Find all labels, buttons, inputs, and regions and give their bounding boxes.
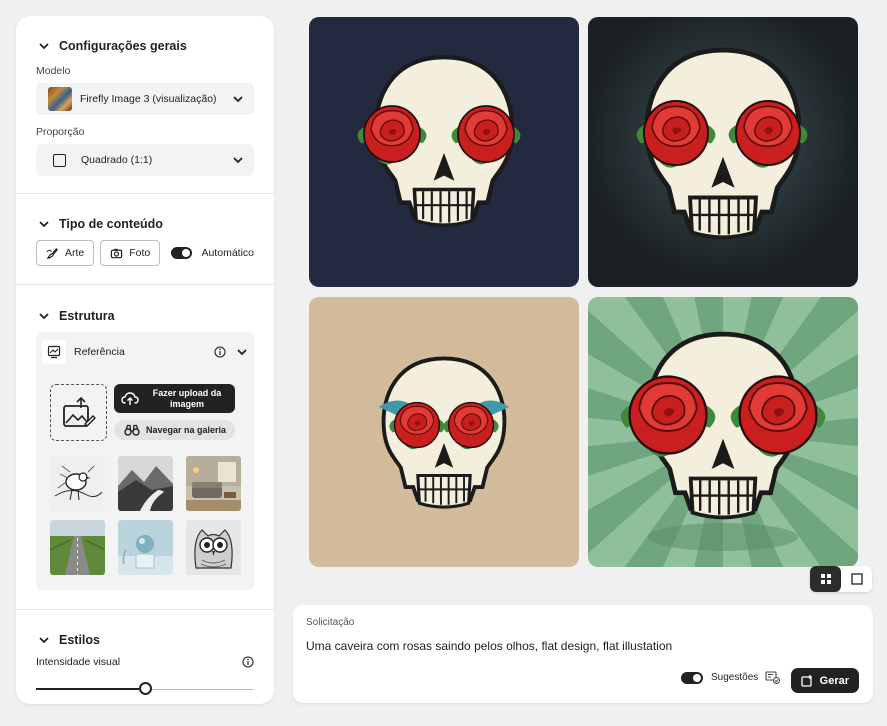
- styles-section: Estilos Intensidade visual: [16, 630, 274, 668]
- info-icon[interactable]: [214, 346, 226, 358]
- auto-label: Automático: [201, 247, 254, 259]
- chevron-down-icon: [233, 96, 243, 103]
- binoculars-icon: [124, 424, 140, 436]
- reference-icon: [42, 340, 66, 364]
- reference-box: Referência Fazer upload da imagem Navega…: [36, 332, 254, 590]
- structure-header[interactable]: Estrutura: [36, 306, 254, 326]
- chevron-down-icon: [39, 637, 49, 644]
- ratio-value: Quadrado (1:1): [81, 154, 153, 166]
- square-icon: [850, 573, 863, 585]
- auto-toggle[interactable]: [171, 247, 193, 259]
- suggestions-label: Sugestões: [711, 672, 759, 683]
- content-type-title: Tipo de conteúdo: [59, 217, 163, 231]
- divider: [16, 284, 274, 285]
- slider-fill: [36, 688, 139, 690]
- ratio-select[interactable]: Quadrado (1:1): [36, 144, 254, 176]
- structure-section: Estrutura: [16, 306, 274, 326]
- result-image-2[interactable]: [588, 17, 858, 287]
- result-image-1[interactable]: [309, 17, 579, 287]
- reference-label: Referência: [74, 346, 125, 358]
- upload-label-1: Fazer upload da: [152, 387, 222, 398]
- styles-title: Estilos: [59, 633, 100, 647]
- model-value: Firefly Image 3 (visualização): [80, 93, 217, 105]
- prompt-box: Solicitação Uma caveira com rosas saindo…: [293, 605, 873, 703]
- ratio-label: Proporção: [36, 126, 85, 138]
- prompt-label: Solicitação: [306, 617, 355, 628]
- general-settings-title: Configurações gerais: [59, 39, 187, 53]
- photo-label: Foto: [129, 247, 151, 259]
- chevron-down-icon: [39, 43, 49, 50]
- content-type-section: Tipo de conteúdo Arte Foto Automático: [16, 214, 274, 266]
- slider-knob[interactable]: [139, 682, 152, 695]
- general-settings-section: Configurações gerais Modelo Firefly Imag…: [16, 36, 274, 176]
- styles-header[interactable]: Estilos: [36, 630, 254, 650]
- gallery-thumb-living-room[interactable]: [186, 456, 241, 511]
- structure-title: Estrutura: [59, 309, 115, 323]
- upload-image-button[interactable]: Fazer upload da imagem: [114, 384, 235, 413]
- divider: [16, 609, 274, 610]
- gallery-thumb-owl-drawing[interactable]: [186, 520, 241, 575]
- reference-header[interactable]: Referência: [42, 338, 248, 366]
- generate-label: Gerar: [819, 674, 849, 687]
- general-settings-header[interactable]: Configurações gerais: [36, 36, 254, 56]
- chevron-down-icon: [39, 221, 49, 228]
- generate-button[interactable]: Gerar: [790, 668, 859, 693]
- camera-icon: [111, 248, 123, 258]
- browse-label: Navegar na galeria: [146, 425, 227, 435]
- model-label: Modelo: [36, 65, 71, 77]
- grid-view-button[interactable]: [810, 566, 841, 592]
- slider-track: [152, 688, 254, 690]
- gallery-thumb-road-field[interactable]: [50, 520, 105, 575]
- intensity-label: Intensidade visual: [36, 656, 121, 668]
- brush-icon: [46, 247, 58, 259]
- info-icon[interactable]: [242, 656, 254, 668]
- divider: [16, 193, 274, 194]
- single-view-button[interactable]: [841, 566, 872, 592]
- prompt-input[interactable]: Uma caveira com rosas saindo pelos olhos…: [306, 639, 672, 653]
- art-label: Arte: [65, 247, 85, 259]
- art-button[interactable]: Arte: [36, 240, 95, 266]
- suggestions-toggle[interactable]: [681, 671, 703, 684]
- browse-gallery-button[interactable]: Navegar na galeria: [114, 420, 235, 440]
- image-upload-icon: [62, 396, 96, 427]
- generate-icon: [800, 675, 812, 687]
- cloud-upload-icon: [121, 391, 139, 405]
- chevron-down-icon[interactable]: [236, 346, 248, 358]
- grid-icon: [820, 574, 831, 584]
- chevron-down-icon: [39, 313, 49, 320]
- square-icon: [53, 153, 66, 167]
- intensity-slider[interactable]: [36, 682, 254, 696]
- model-select[interactable]: Firefly Image 3 (visualização): [36, 83, 254, 115]
- settings-panel: Configurações gerais Modelo Firefly Imag…: [16, 16, 274, 704]
- suggestions-icon[interactable]: [765, 671, 781, 684]
- photo-button[interactable]: Foto: [100, 240, 161, 266]
- result-image-3[interactable]: [309, 297, 579, 567]
- gallery-thumb-sphere-pedestal[interactable]: [118, 520, 173, 575]
- result-image-4[interactable]: [588, 297, 858, 567]
- chevron-down-icon: [233, 157, 243, 164]
- view-toggle: [810, 566, 872, 592]
- upload-label-2: imagem: [169, 398, 204, 409]
- gallery-thumb-bird-sketch[interactable]: [50, 456, 105, 511]
- model-thumbnail: [48, 87, 72, 111]
- content-type-header[interactable]: Tipo de conteúdo: [36, 214, 254, 234]
- gallery-thumb-mountain-river[interactable]: [118, 456, 173, 511]
- upload-dropzone[interactable]: [50, 384, 107, 441]
